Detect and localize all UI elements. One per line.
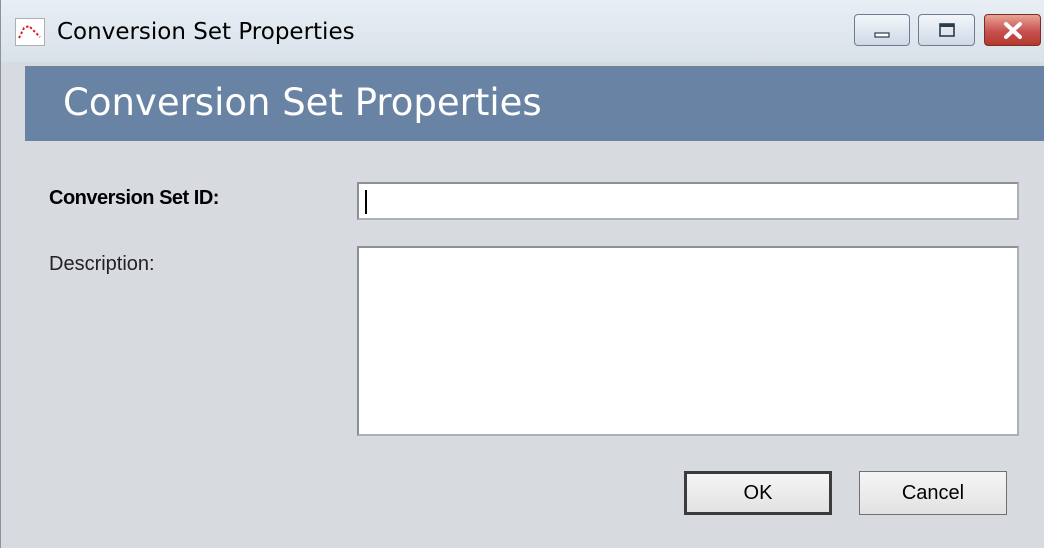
- title-bar[interactable]: Conversion Set Properties: [1, 0, 1044, 62]
- minimize-icon: [874, 32, 890, 38]
- maximize-icon: [939, 23, 955, 37]
- close-icon: [1004, 22, 1022, 39]
- description-label: Description:: [49, 253, 155, 275]
- app-icon: [15, 18, 45, 46]
- window-title: Conversion Set Properties: [57, 19, 355, 45]
- cancel-button-label: Cancel: [901, 481, 965, 504]
- header-band: Conversion Set Properties: [25, 66, 1044, 141]
- minimize-button[interactable]: [854, 14, 910, 46]
- cancel-button[interactable]: Cancel: [859, 471, 1007, 515]
- conversion-set-id-label: Conversion Set ID:: [49, 187, 219, 209]
- close-button[interactable]: [984, 14, 1041, 46]
- description-textarea[interactable]: [357, 246, 1019, 436]
- ok-button-label: OK: [743, 481, 773, 504]
- text-caret: [365, 190, 367, 214]
- page-title: Conversion Set Properties: [63, 81, 542, 124]
- ok-button[interactable]: OK: [684, 471, 832, 515]
- conversion-set-id-input[interactable]: [357, 182, 1019, 220]
- conversion-set-properties-dialog: Conversion Set Properties Conversion Set…: [0, 0, 1044, 548]
- maximize-button[interactable]: [918, 14, 975, 46]
